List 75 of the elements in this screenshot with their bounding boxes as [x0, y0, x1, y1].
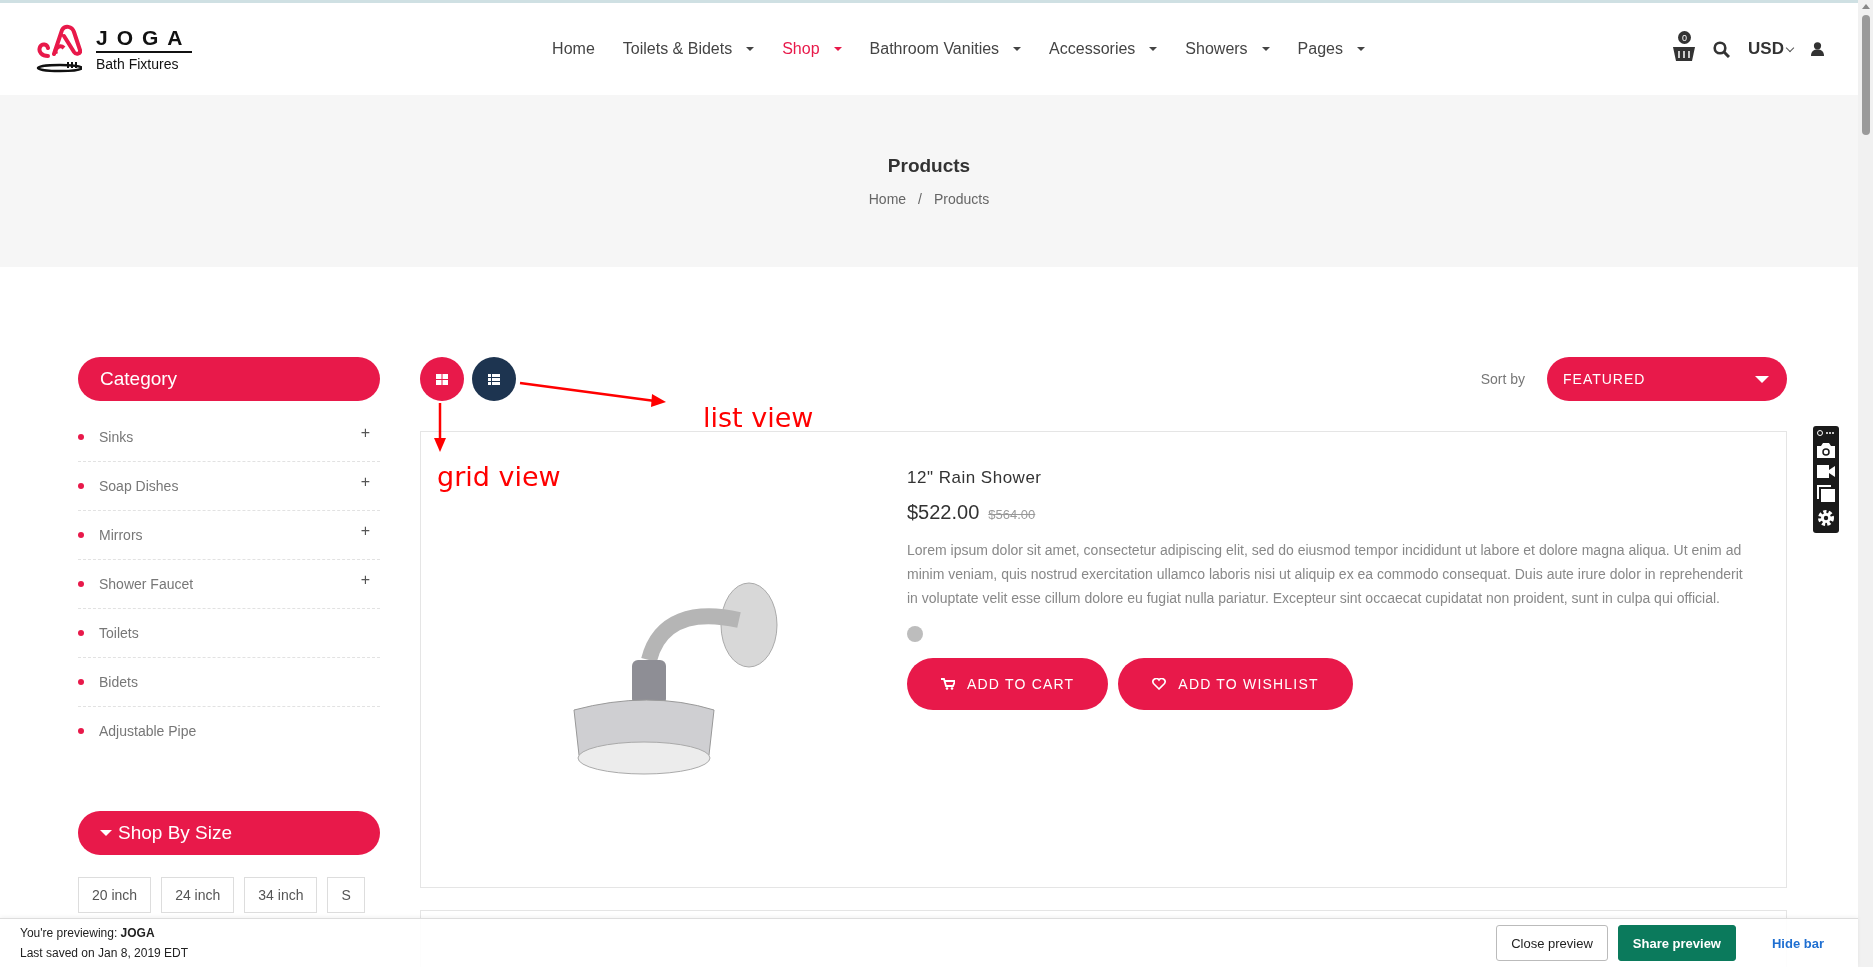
camera-icon[interactable]	[1817, 443, 1835, 458]
product-title[interactable]: 12" Rain Shower	[907, 468, 1756, 488]
annotation-label: grid view	[437, 461, 561, 492]
bullet-icon	[78, 728, 84, 734]
cart-icon	[941, 678, 955, 690]
breadcrumb-separator: /	[918, 191, 922, 207]
bullet-icon	[78, 581, 84, 587]
color-swatch[interactable]	[907, 626, 923, 642]
sort-dropdown[interactable]: FEATURED	[1547, 357, 1787, 401]
size-option[interactable]: 20 inch	[78, 877, 152, 913]
size-filter-heading[interactable]: Shop By Size	[78, 811, 380, 855]
bullet-icon	[78, 630, 84, 636]
category-heading: Category	[78, 357, 380, 401]
logo-subtitle: Bath Fixtures	[96, 56, 180, 72]
breadcrumb-current: Products	[934, 191, 990, 207]
expand-toggle[interactable]: +	[360, 473, 380, 491]
category-link[interactable]: Sinks	[99, 429, 346, 445]
nav-link[interactable]: Showers	[1185, 40, 1270, 58]
heart-icon	[1152, 678, 1167, 690]
close-preview-button[interactable]: Close preview	[1496, 925, 1608, 961]
bullet-icon	[78, 679, 84, 685]
view-toggle-button[interactable]	[472, 357, 516, 401]
hide-bar-link[interactable]: Hide bar	[1758, 925, 1838, 961]
nav-link[interactable]: Shop	[782, 40, 842, 58]
settings-icon[interactable]	[1817, 509, 1835, 527]
bullet-icon	[78, 434, 84, 440]
caret-icon	[100, 830, 112, 836]
nav-link[interactable]: Toilets & Bidets	[622, 40, 755, 58]
currency-dropdown[interactable]: USD	[1748, 39, 1793, 59]
video-camera-icon[interactable]	[1817, 465, 1835, 478]
size-option[interactable]: S	[327, 877, 365, 913]
add-to-wishlist-button[interactable]: ADD TO WISHLIST	[1118, 658, 1353, 710]
grid-icon	[436, 373, 448, 385]
view-toggle-button[interactable]	[420, 357, 464, 401]
nav-link[interactable]: Accessories	[1049, 40, 1158, 58]
user-icon[interactable]	[1811, 42, 1824, 56]
category-link[interactable]: Adjustable Pipe	[99, 723, 380, 739]
sort-label: Sort by	[1480, 371, 1525, 387]
cart-count: 0	[1678, 31, 1692, 44]
nav-link[interactable]: Home	[552, 40, 595, 58]
category-link[interactable]: Toilets	[99, 625, 380, 641]
scroll-up-icon[interactable]	[1861, 4, 1870, 9]
size-option[interactable]: 34 inch	[244, 877, 318, 913]
category-link[interactable]: Bidets	[99, 674, 380, 690]
more-icon[interactable]	[1817, 430, 1835, 436]
search-icon[interactable]	[1713, 40, 1731, 58]
nav-link[interactable]: Bathroom Vanities	[869, 40, 1022, 58]
scrollbar-thumb[interactable]	[1861, 15, 1870, 135]
breadcrumb-link[interactable]: Home	[868, 191, 907, 207]
expand-toggle[interactable]: +	[360, 522, 380, 540]
basket-icon[interactable]	[1673, 45, 1696, 61]
size-filter-title: Shop By Size	[118, 822, 233, 844]
preview-status: You're previewing: JOGA	[20, 926, 156, 940]
product-description: Lorem ipsum dolor sit amet, consectetur adipiscing elit, sed do eiusmod tempor incididunt ut labore et dolore magna aliqua. Ut enim ad minim veniam, quis nostrud exercitation ullamco laboris nisi ut aliquip ex ea commodo consequat. Duis aute irure dolor in reprehenderit in voluptate velit esse cillum dolore eu fugiat nulla pariatur. Excepteur sint occaecat cupidatat non proident, sunt in culpa qui official.	[907, 541, 1744, 608]
product-price: $522.00	[907, 501, 980, 524]
page-title: Products	[887, 155, 971, 177]
annotation-label: list view	[703, 402, 814, 433]
category-link[interactable]: Mirrors	[99, 527, 346, 543]
logo-icon	[34, 24, 82, 74]
category-link[interactable]: Soap Dishes	[99, 478, 346, 494]
annotation-arrow	[434, 403, 446, 452]
bullet-icon	[78, 532, 84, 538]
bullet-icon	[78, 483, 84, 489]
last-saved-text: Last saved on Jan 8, 2019 EDT	[20, 946, 189, 960]
share-preview-button[interactable]: Share preview	[1617, 925, 1736, 961]
category-link[interactable]: Shower Faucet	[99, 576, 346, 592]
expand-toggle[interactable]: +	[360, 571, 380, 589]
nav-link[interactable]: Pages	[1297, 40, 1365, 58]
copy-icon[interactable]	[1817, 485, 1835, 502]
add-to-cart-button[interactable]: ADD TO CART	[907, 658, 1109, 710]
original-price: $564.00	[988, 507, 1036, 522]
list-icon	[488, 373, 500, 385]
expand-toggle[interactable]: +	[360, 424, 380, 442]
logo-title: JOGA	[96, 26, 192, 53]
size-option[interactable]: 24 inch	[161, 877, 235, 913]
